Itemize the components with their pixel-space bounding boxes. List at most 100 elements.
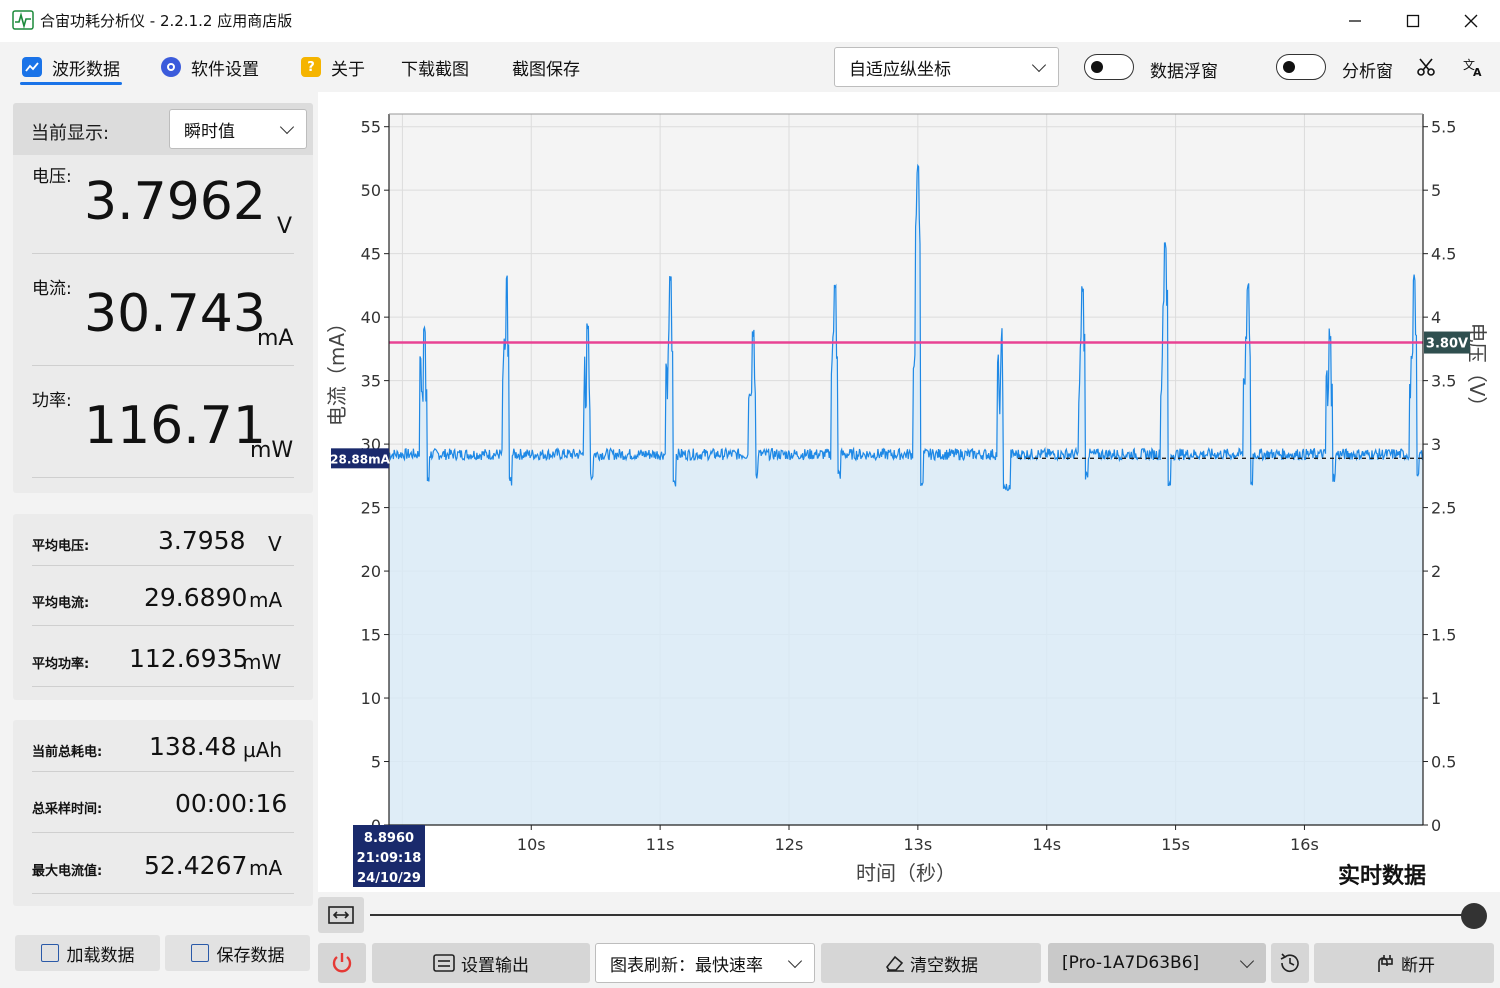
tab-waveform-label: 波形数据 [52, 59, 120, 80]
display-mode-value: 瞬时值 [184, 121, 235, 142]
display-mode-select[interactable]: 瞬时值 [169, 109, 307, 149]
menu-bar: 波形数据 软件设置 ? 关于 下载截图 截图保存 自适应纵坐标 数据浮窗 分析窗… [0, 42, 1500, 92]
cursor-time-text: 24/10/29 [357, 871, 421, 886]
save-disk-icon [190, 944, 209, 962]
y-axis-label: 电流（mA） [325, 313, 349, 426]
avg-voltage-unit: V [268, 532, 282, 556]
chart-canvas[interactable]: 051015202530354045505500.511.522.533.544… [318, 92, 1500, 892]
analysis-window-toggle[interactable] [1276, 54, 1326, 80]
time-slider-track[interactable] [370, 914, 1470, 916]
power-button[interactable] [318, 943, 366, 983]
unplug-icon [1378, 955, 1393, 972]
divider [32, 565, 294, 566]
total-time-label: 总采样时间: [32, 802, 103, 817]
time-slider-handle[interactable] [1461, 903, 1487, 929]
cursor-time-text: 8.8960 [364, 831, 414, 846]
axis-mode-select[interactable]: 自适应纵坐标 [834, 47, 1059, 87]
clear-data-button[interactable]: 清空数据 [821, 943, 1041, 983]
refresh-rate-select[interactable]: 图表刷新：最快速率 [595, 943, 815, 983]
avg-voltage-label: 平均电压: [32, 539, 90, 554]
y2-tick-label: 3.5 [1431, 372, 1456, 391]
set-output-button[interactable]: 设置输出 [372, 943, 590, 983]
eraser-icon [886, 955, 904, 972]
load-data-label: 加载数据 [66, 945, 135, 966]
avg-power-unit: mW [242, 650, 282, 674]
tab-settings[interactable]: 软件设置 [161, 54, 259, 80]
close-button[interactable] [1442, 0, 1500, 42]
avg-power-value: 112.6935 [129, 644, 249, 673]
close-icon [1464, 14, 1478, 28]
avg-current-unit: mA [249, 588, 283, 612]
y2-tick-label: 0.5 [1431, 753, 1456, 772]
fit-width-button[interactable] [318, 897, 364, 933]
y2-tick-label: 1.5 [1431, 626, 1456, 645]
save-screenshot-button[interactable]: 截图保存 [512, 54, 580, 80]
chevron-down-icon [279, 119, 295, 135]
x-tick-label: 11s [646, 835, 675, 854]
y2-tick-label: 5 [1431, 181, 1441, 200]
current-value: 30.743 [84, 284, 266, 344]
current-unit: mA [257, 326, 294, 351]
disconnect-button[interactable]: 断开 [1314, 943, 1494, 983]
x-tick-label: 15s [1161, 835, 1190, 854]
history-button[interactable] [1271, 943, 1309, 983]
active-tab-indicator [20, 82, 122, 85]
disconnect-label: 断开 [1401, 955, 1435, 976]
current-label: 电流: [32, 279, 72, 299]
device-select[interactable]: [Pro-1A7D63B6] [1048, 943, 1266, 983]
question-icon: ? [301, 57, 321, 77]
divider [32, 832, 294, 833]
minimize-button[interactable] [1326, 0, 1384, 42]
avg-current-label: 平均电流: [32, 596, 90, 611]
x-tick-label: 13s [904, 835, 933, 854]
waveform-logo-icon [12, 10, 34, 30]
y2-tick-label: 4 [1431, 308, 1441, 327]
total-consumption-value: 138.48 [149, 732, 237, 761]
divider [32, 625, 294, 626]
tab-settings-label: 软件设置 [191, 59, 259, 80]
y-tick-label: 55 [361, 118, 381, 137]
voltage-value: 3.7962 [84, 172, 266, 232]
data-float-toggle[interactable] [1084, 54, 1134, 80]
y-tick-label: 25 [361, 499, 381, 518]
voltage-unit: V [277, 214, 293, 239]
tab-waveform[interactable]: 波形数据 [22, 54, 120, 80]
y-tick-label: 50 [361, 181, 381, 200]
voltage-label: 电压: [32, 167, 72, 187]
maximize-button[interactable] [1384, 0, 1442, 42]
maximize-icon [1406, 14, 1420, 28]
y2-tick-label: 0 [1431, 816, 1441, 835]
svg-text:A: A [1473, 66, 1482, 78]
title-bar: 合宙功耗分析仪 - 2.2.1.2 应用商店版 [0, 0, 1500, 42]
window-title: 合宙功耗分析仪 - 2.2.1.2 应用商店版 [40, 12, 293, 30]
power-icon [332, 953, 352, 973]
translate-icon[interactable]: 文 A [1462, 56, 1486, 78]
max-current-label: 最大电流值: [32, 864, 103, 879]
download-screenshot-button[interactable]: 下载截图 [401, 54, 469, 80]
y-tick-label: 40 [361, 308, 381, 327]
divider [32, 253, 294, 254]
data-float-label: 数据浮窗 [1150, 62, 1218, 82]
x-tick-label: 12s [775, 835, 804, 854]
analysis-window-label: 分析窗 [1342, 62, 1393, 82]
load-file-icon [40, 944, 59, 962]
history-clock-icon [1280, 953, 1299, 973]
y2-tick-label: 2.5 [1431, 499, 1456, 518]
x-axis-label: 时间（秒） [856, 861, 956, 885]
waveform-chart[interactable]: 051015202530354045505500.511.522.533.544… [318, 92, 1500, 892]
axis-mode-value: 自适应纵坐标 [849, 59, 951, 80]
tab-about[interactable]: ? 关于 [301, 54, 365, 80]
avg-current-value: 29.6890 [144, 583, 248, 612]
y-tick-label: 10 [361, 689, 381, 708]
set-output-label: 设置输出 [461, 955, 529, 976]
divider [32, 477, 294, 478]
save-data-label: 保存数据 [216, 945, 285, 966]
load-data-button[interactable]: 加载数据 [15, 935, 160, 971]
divider [32, 686, 294, 687]
minimize-icon [1349, 20, 1361, 22]
save-data-button[interactable]: 保存数据 [165, 935, 310, 971]
x-tick-label: 14s [1032, 835, 1061, 854]
y2-tick-label: 5.5 [1431, 118, 1456, 137]
divider [32, 771, 294, 772]
scissors-icon[interactable] [1416, 56, 1438, 78]
